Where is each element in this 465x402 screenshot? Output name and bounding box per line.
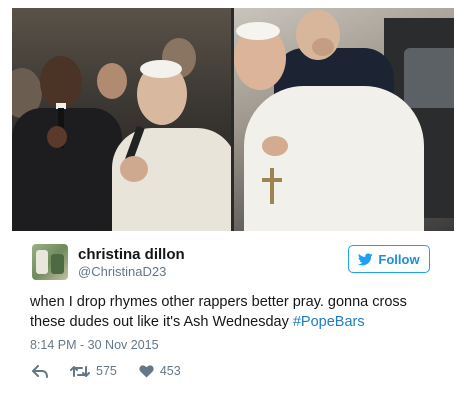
tweet-text-line2: these dudes out like it's Ash Wednesday [30,314,293,330]
reply-button[interactable] [32,364,48,378]
tweet-text-line1: when I drop rhymes other rappers better … [30,294,407,310]
retweet-button[interactable]: 575 [70,364,117,378]
photo-pope-gesture[interactable] [234,8,454,231]
tweet-actions: 575 453 [32,362,181,380]
retweet-icon [70,365,90,377]
user-handle[interactable]: @ChristinaD23 [78,264,166,279]
tweet-card: christina dillon @ChristinaD23 Follow wh… [0,0,465,402]
photo-pope-rapping[interactable] [12,8,231,231]
hashtag-link[interactable]: #PopeBars [293,314,365,330]
follow-button[interactable]: Follow [348,245,430,273]
display-name[interactable]: christina dillon [78,246,185,263]
like-count: 453 [159,364,181,378]
like-button[interactable]: 453 [139,364,181,378]
tweet-timestamp[interactable]: 8:14 PM - 30 Nov 2015 [30,338,159,352]
twitter-bird-icon [358,252,374,265]
avatar[interactable] [32,244,68,280]
retweet-count: 575 [96,364,117,378]
tweet-media[interactable] [12,8,454,231]
follow-label: Follow [378,251,420,267]
reply-icon [32,364,48,378]
heart-icon [139,364,154,377]
tweet-text: when I drop rhymes other rappers better … [30,292,445,332]
